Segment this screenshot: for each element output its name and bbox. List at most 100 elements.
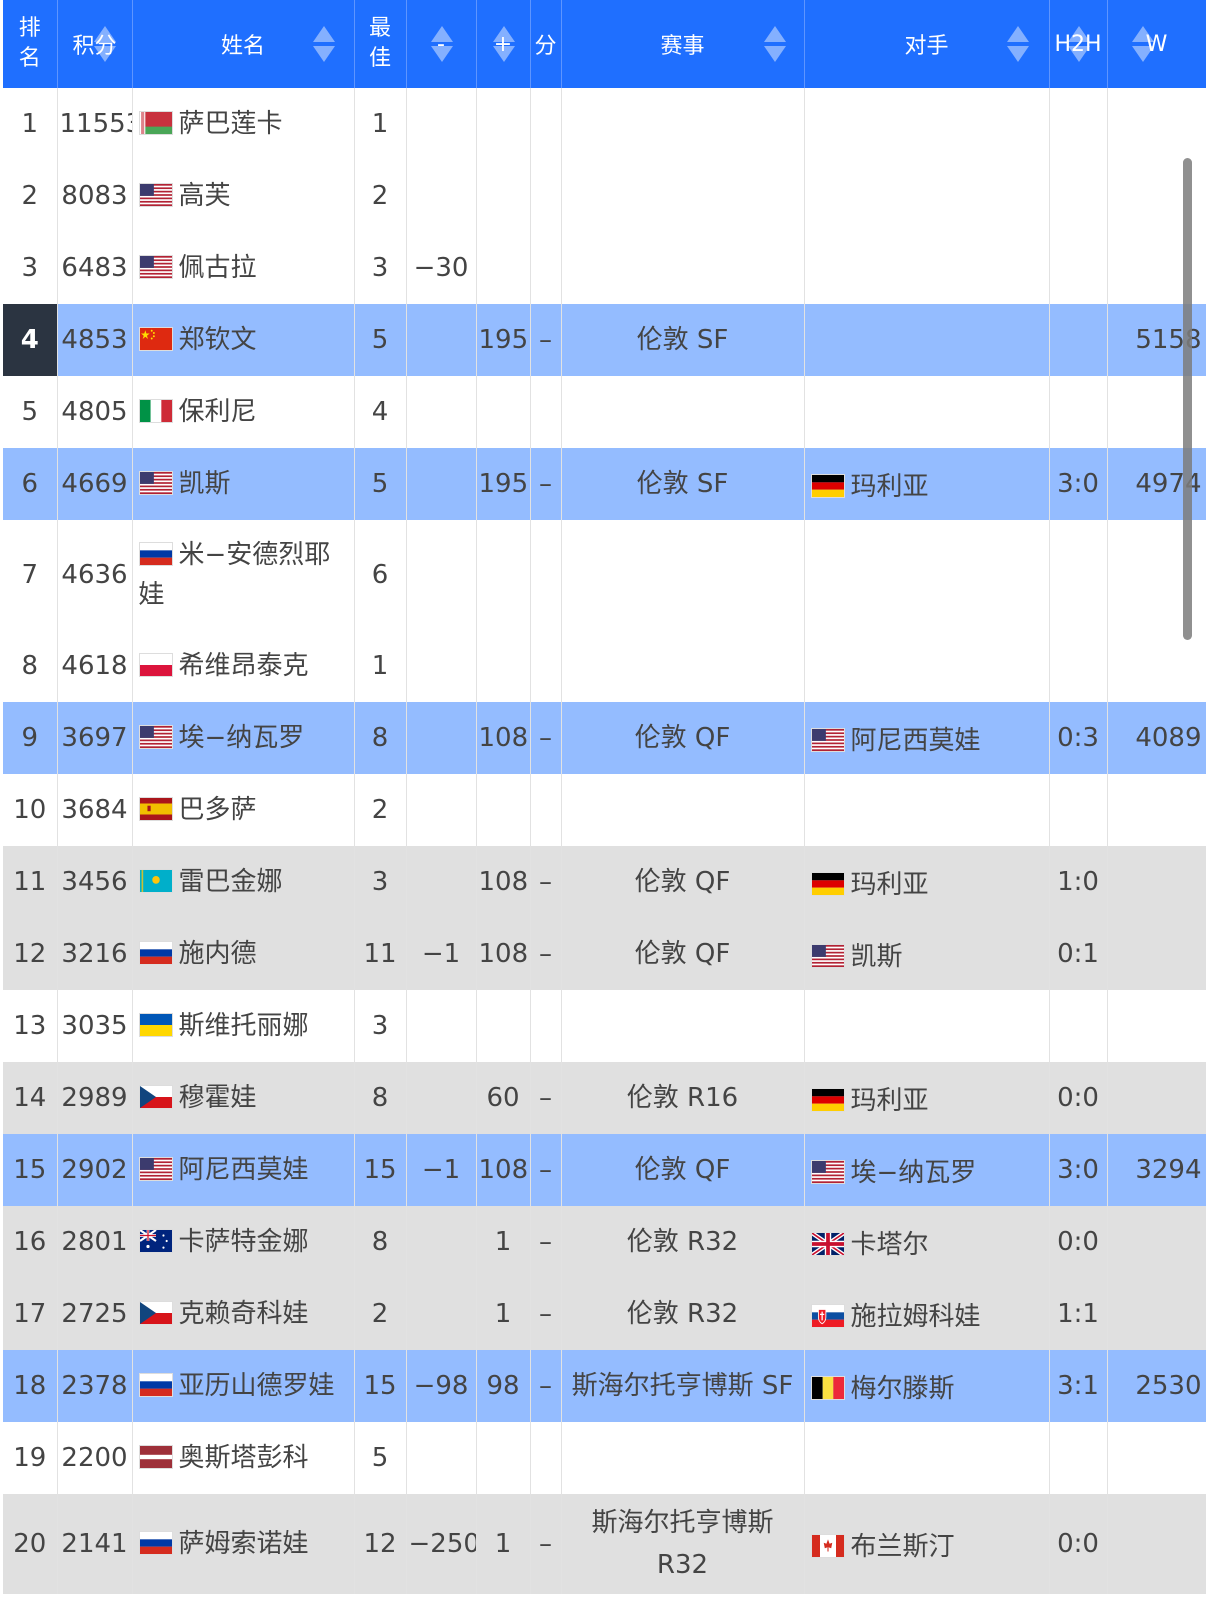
h2h-cell: 3:0 (1049, 1134, 1108, 1206)
opponent-cell[interactable] (804, 304, 1050, 376)
points-cell: 4853 (57, 304, 133, 376)
player-name-cell[interactable]: 施内德 (132, 918, 355, 990)
opponent-cell[interactable]: 凯斯 (804, 918, 1050, 990)
player-name-cell[interactable]: 高芙 (132, 160, 355, 232)
points-cell: 2200 (57, 1422, 133, 1494)
table-row[interactable]: 19 2200 奥斯塔彭科 5 (3, 1422, 1206, 1494)
opponent-cell[interactable] (804, 1422, 1050, 1494)
table-row[interactable]: 17 2725 克赖奇科娃 2 1 – 伦敦 R32 施拉姆科娃 1:1 (3, 1278, 1206, 1350)
event-cell (561, 630, 805, 702)
opponent-cell[interactable] (804, 990, 1050, 1062)
dash-cell: – (530, 918, 562, 990)
table-row[interactable]: 15 2902 阿尼西莫娃 15 −1 108 – 伦敦 QF 埃−纳瓦罗 3:… (3, 1134, 1206, 1206)
player-name-cell[interactable]: 希维昂泰克 (132, 630, 355, 702)
player-name-cell[interactable]: 郑钦文 (132, 304, 355, 376)
dash-cell (530, 520, 562, 630)
table-row[interactable]: 10 3684 巴多萨 2 (3, 774, 1206, 846)
best-rank-cell: 12 (354, 1494, 407, 1594)
player-name-cell[interactable]: 穆霍娃 (132, 1062, 355, 1134)
header-best[interactable]: 最佳 (354, 0, 407, 88)
player-name-cell[interactable]: 保利尼 (132, 376, 355, 448)
opponent-cell[interactable] (804, 376, 1050, 448)
header-w[interactable]: W (1107, 0, 1206, 88)
plus-points-cell: 108 (476, 918, 531, 990)
table-row[interactable]: 4 4853 郑钦文 5 195 – 伦敦 SF 5158 (3, 304, 1206, 376)
table-row[interactable]: 13 3035 斯维托丽娜 3 (3, 990, 1206, 1062)
player-name-cell[interactable]: 佩古拉 (132, 232, 355, 304)
vertical-scrollbar[interactable] (1183, 158, 1192, 640)
table-row[interactable]: 8 4618 希维昂泰克 1 (3, 630, 1206, 702)
player-name-cell[interactable]: 克赖奇科娃 (132, 1278, 355, 1350)
opponent-cell[interactable]: 玛利亚 (804, 846, 1050, 918)
header-name[interactable]: 姓名 (132, 0, 355, 88)
player-name-cell[interactable]: 奥斯塔彭科 (132, 1422, 355, 1494)
header-event[interactable]: 赛事 (561, 0, 805, 88)
table-row[interactable]: 18 2378 亚历山德罗娃 15 −98 98 – 斯海尔托亨博斯 SF 梅尔… (3, 1350, 1206, 1422)
player-name-cell[interactable]: 米−安德烈耶娃 (132, 520, 355, 630)
player-name-cell[interactable]: 斯维托丽娜 (132, 990, 355, 1062)
player-name-cell[interactable]: 埃−纳瓦罗 (132, 702, 355, 774)
player-name-cell[interactable]: 亚历山德罗娃 (132, 1350, 355, 1422)
opponent-cell[interactable] (804, 160, 1050, 232)
header-opponent[interactable]: 对手 (804, 0, 1050, 88)
plus-points-cell (476, 88, 531, 160)
dash-cell: – (530, 702, 562, 774)
australia-flag-icon (138, 1229, 173, 1253)
opponent-cell[interactable] (804, 630, 1050, 702)
header-points[interactable]: 积分 (57, 0, 133, 88)
opponent-cell[interactable]: 卡塔尔 (804, 1206, 1050, 1278)
rank-cell: 18 (3, 1350, 58, 1422)
table-row[interactable]: 1 11553 萨巴莲卡 1 (3, 88, 1206, 160)
opponent-cell[interactable]: 玛利亚 (804, 1062, 1050, 1134)
player-name: 奥斯塔彭科 (178, 1443, 309, 1473)
table-row[interactable]: 9 3697 埃−纳瓦罗 8 108 – 伦敦 QF 阿尼西莫娃 0:3 408… (3, 702, 1206, 774)
player-name-cell[interactable]: 阿尼西莫娃 (132, 1134, 355, 1206)
table-row[interactable]: 3 6483 佩古拉 3 −30 (3, 232, 1206, 304)
table-row[interactable]: 5 4805 保利尼 4 (3, 376, 1206, 448)
opponent-cell[interactable]: 梅尔滕斯 (804, 1350, 1050, 1422)
table-row[interactable]: 2 8083 高芙 2 (3, 160, 1206, 232)
win-points-cell (1107, 630, 1206, 702)
opponent-cell[interactable] (804, 520, 1050, 630)
header-minus[interactable]: - (406, 0, 477, 88)
player-name-cell[interactable]: 巴多萨 (132, 774, 355, 846)
rank-cell: 19 (3, 1422, 58, 1494)
event-cell (561, 520, 805, 630)
minus-points-cell: −30 (406, 232, 477, 304)
h2h-cell: 0:0 (1049, 1062, 1108, 1134)
table-row[interactable]: 16 2801 卡萨特金娜 8 1 – 伦敦 R32 卡塔尔 0:0 (3, 1206, 1206, 1278)
opponent-cell[interactable]: 施拉姆科娃 (804, 1278, 1050, 1350)
table-row[interactable]: 12 3216 施内德 11 −1 108 – 伦敦 QF 凯斯 0:1 (3, 918, 1206, 990)
player-name-cell[interactable]: 雷巴金娜 (132, 846, 355, 918)
player-name-cell[interactable]: 萨巴莲卡 (132, 88, 355, 160)
best-rank-cell: 2 (354, 160, 407, 232)
dash-cell (530, 232, 562, 304)
minus-points-cell (406, 160, 477, 232)
header-plus[interactable]: + (476, 0, 531, 88)
opponent-cell[interactable]: 布兰斯汀 (804, 1494, 1050, 1594)
table-row[interactable]: 7 4636 米−安德烈耶娃 6 (3, 520, 1206, 630)
table-row[interactable]: 6 4669 凯斯 5 195 – 伦敦 SF 玛利亚 3:0 4974 (3, 448, 1206, 520)
points-cell: 4636 (57, 520, 133, 630)
opponent-cell[interactable]: 埃−纳瓦罗 (804, 1134, 1050, 1206)
header-h2h[interactable]: H2H (1049, 0, 1108, 88)
player-name-cell[interactable]: 卡萨特金娜 (132, 1206, 355, 1278)
table-row[interactable]: 14 2989 穆霍娃 8 60 – 伦敦 R16 玛利亚 0:0 (3, 1062, 1206, 1134)
plus-points-cell (476, 990, 531, 1062)
opponent-cell[interactable] (804, 88, 1050, 160)
opponent-cell[interactable] (804, 774, 1050, 846)
opponent-cell[interactable] (804, 232, 1050, 304)
minus-points-cell (406, 1278, 477, 1350)
usa-flag-icon (138, 183, 173, 207)
event-cell: 伦敦 QF (561, 846, 805, 918)
header-fen[interactable]: 分 (530, 0, 562, 88)
table-row[interactable]: 11 3456 雷巴金娜 3 108 – 伦敦 QF 玛利亚 1:0 (3, 846, 1206, 918)
opponent-cell[interactable]: 玛利亚 (804, 448, 1050, 520)
table-row[interactable]: 20 2141 萨姆索诺娃 12 −250 1 – 斯海尔托亨博斯 R32 布兰… (3, 1494, 1206, 1594)
player-name-cell[interactable]: 凯斯 (132, 448, 355, 520)
plus-points-cell (476, 774, 531, 846)
player-name-cell[interactable]: 萨姆索诺娃 (132, 1494, 355, 1594)
rank-cell: 5 (3, 376, 58, 448)
header-rank[interactable]: 排名 (3, 0, 58, 88)
opponent-cell[interactable]: 阿尼西莫娃 (804, 702, 1050, 774)
